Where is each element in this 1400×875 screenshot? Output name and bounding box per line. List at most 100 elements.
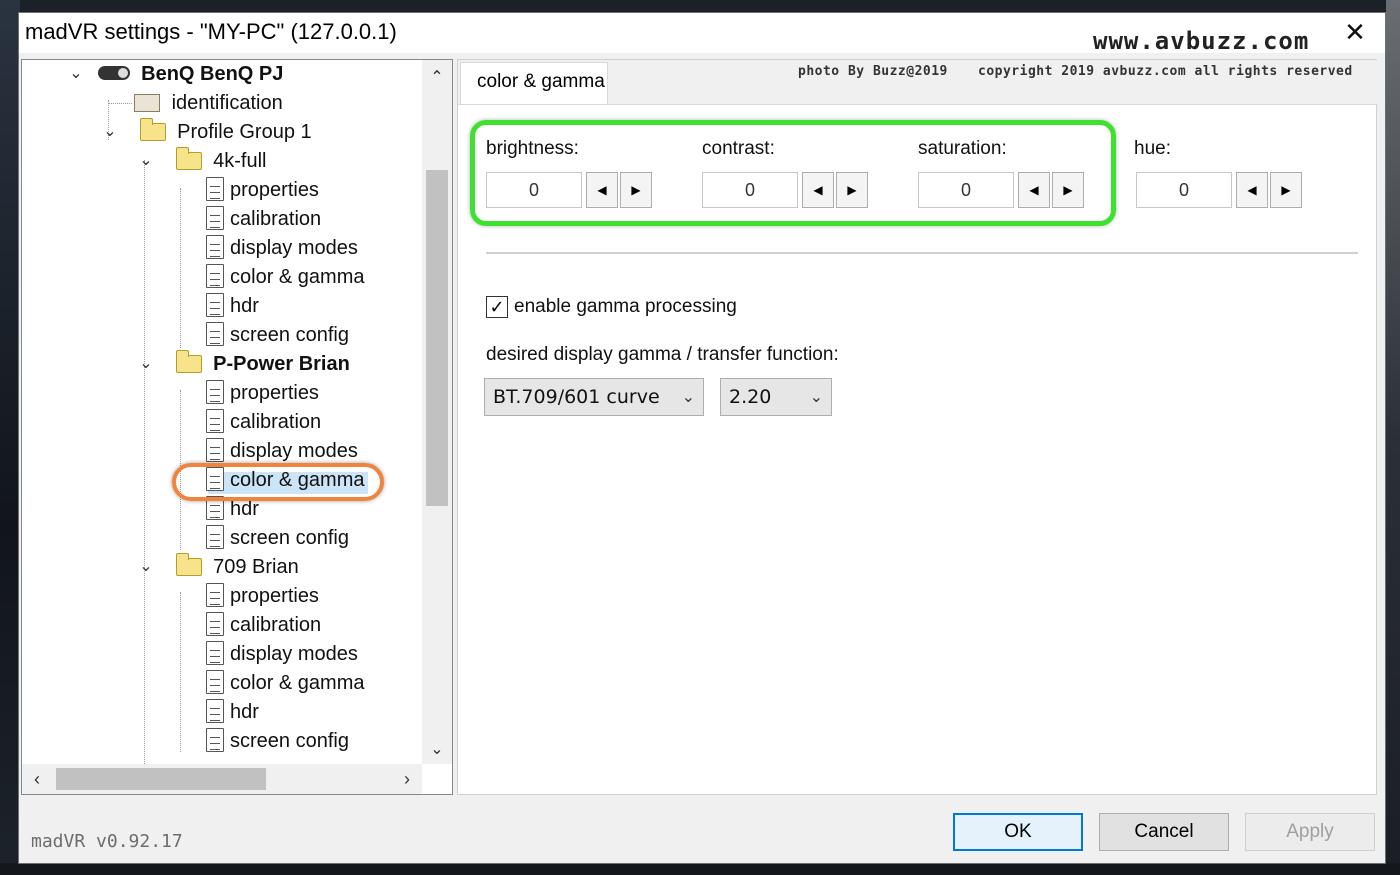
scroll-up-icon[interactable]: ⌃ — [422, 64, 452, 92]
contrast-label: contrast: — [702, 138, 775, 159]
hue-decrease-button[interactable]: ◀ — [1236, 172, 1268, 208]
tree-item-page[interactable]: calibration — [206, 205, 321, 233]
tree-item-page[interactable]: screen config — [206, 524, 349, 552]
tree-item-page[interactable]: hdr — [206, 698, 259, 726]
tree-vertical-scrollbar[interactable]: ⌃ ⌄ — [422, 60, 452, 764]
brightness-decrease-button[interactable]: ◀ — [586, 172, 618, 208]
tree-item-profile[interactable]: ⌄ 4k-full — [138, 147, 266, 175]
tree-content: ⌄ BenQ BenQ PJ identification ⌄ Profile … — [22, 60, 422, 772]
chevron-down-icon[interactable]: ⌄ — [138, 553, 154, 581]
tree-item-page[interactable]: properties — [206, 379, 319, 407]
tree-item-page[interactable]: calibration — [206, 611, 321, 639]
close-icon[interactable]: ✕ — [1337, 17, 1373, 49]
page-icon — [206, 699, 224, 723]
scroll-left-icon[interactable]: ‹ — [22, 764, 52, 794]
tree-item-profile-group[interactable]: ⌄ Profile Group 1 — [102, 118, 312, 146]
scroll-down-icon[interactable]: ⌄ — [422, 736, 452, 764]
transfer-curve-select[interactable]: BT.709/601 curve ⌄ — [484, 378, 704, 416]
cancel-button[interactable]: Cancel — [1099, 813, 1229, 851]
tree-label: calibration — [230, 614, 322, 636]
tree-label: color & gamma — [230, 266, 365, 288]
tree-item-page[interactable]: properties — [206, 582, 319, 610]
settings-window: madVR settings - "MY-PC" (127.0.0.1) www… — [18, 12, 1386, 864]
tree-label: properties — [230, 382, 319, 404]
page-icon — [206, 641, 224, 665]
page-icon — [206, 612, 224, 636]
tree-item-profile[interactable]: ⌄ 709 Brian — [138, 553, 299, 581]
page-icon — [206, 206, 224, 230]
tree-label: screen config — [230, 324, 349, 346]
chevron-down-icon[interactable]: ⌄ — [68, 60, 84, 88]
tree-label: display modes — [230, 237, 358, 259]
page-icon — [206, 438, 224, 462]
page-icon — [206, 583, 224, 607]
page-icon — [206, 177, 224, 201]
brightness-increase-button[interactable]: ▶ — [620, 172, 652, 208]
transfer-curve-value: BT.709/601 curve — [493, 386, 660, 408]
scroll-thumb[interactable] — [426, 170, 448, 506]
tree-item-page[interactable]: properties — [206, 176, 319, 204]
tree-label: calibration — [230, 208, 322, 230]
folder-icon — [175, 350, 202, 373]
chevron-down-icon[interactable]: ⌄ — [138, 147, 154, 175]
tab-strip: color & gamma photo By Buzz@2019 copyrig… — [458, 60, 1378, 105]
gamma-value-select[interactable]: 2.20 ⌄ — [720, 378, 832, 416]
desktop-background-right — [1386, 0, 1400, 875]
tree-item-page[interactable]: screen config — [206, 727, 349, 755]
tree-label: Profile Group 1 — [177, 121, 312, 143]
page-icon — [206, 409, 224, 433]
saturation-increase-button[interactable]: ▶ — [1052, 172, 1084, 208]
tree-item-page[interactable]: display modes — [206, 234, 358, 262]
tree-item-identification[interactable]: identification — [134, 89, 283, 117]
tree-label: P-Power Brian — [213, 353, 350, 375]
hue-increase-button[interactable]: ▶ — [1270, 172, 1302, 208]
contrast-input[interactable]: 0 — [702, 172, 798, 208]
saturation-decrease-button[interactable]: ◀ — [1018, 172, 1050, 208]
tree-horizontal-scrollbar[interactable]: ‹ › — [22, 764, 422, 794]
tree-connector — [108, 103, 132, 104]
tab-color-gamma[interactable]: color & gamma — [460, 62, 608, 104]
tree-item-profile[interactable]: ⌄ P-Power Brian — [138, 350, 350, 378]
chevron-down-icon[interactable]: ⌄ — [102, 118, 118, 146]
id-card-icon — [134, 94, 160, 112]
saturation-input[interactable]: 0 — [918, 172, 1014, 208]
tree-label: screen config — [230, 730, 349, 752]
page-icon — [206, 235, 224, 259]
brightness-input[interactable]: 0 — [486, 172, 582, 208]
hue-label: hue: — [1134, 138, 1171, 159]
tree-item-page[interactable]: screen config — [206, 321, 349, 349]
ok-button[interactable]: OK — [953, 813, 1083, 851]
apply-button[interactable]: Apply — [1245, 813, 1375, 851]
tree-label: properties — [230, 585, 319, 607]
profile-tree[interactable]: ⌄ BenQ BenQ PJ identification ⌄ Profile … — [21, 59, 453, 795]
tree-connector — [144, 160, 145, 772]
tree-label: display modes — [230, 643, 358, 665]
tree-item-page[interactable]: display modes — [206, 437, 358, 465]
orange-annotation-ring — [172, 463, 384, 501]
tree-label: 4k-full — [213, 150, 267, 172]
tree-item-root[interactable]: ⌄ BenQ BenQ PJ — [66, 60, 283, 88]
contrast-decrease-button[interactable]: ◀ — [802, 172, 834, 208]
projector-icon — [97, 66, 130, 80]
page-icon — [206, 728, 224, 752]
hue-input[interactable]: 0 — [1136, 172, 1232, 208]
tree-label: identification — [171, 92, 283, 114]
tree-item-page[interactable]: calibration — [206, 408, 321, 436]
scroll-right-icon[interactable]: › — [392, 764, 422, 794]
enable-gamma-checkbox[interactable]: ✓ — [486, 296, 508, 318]
tree-item-page[interactable]: color & gamma — [206, 669, 365, 697]
contrast-increase-button[interactable]: ▶ — [836, 172, 868, 208]
tree-item-page[interactable]: color & gamma — [206, 263, 365, 291]
title-bar[interactable]: madVR settings - "MY-PC" (127.0.0.1) www… — [19, 13, 1385, 55]
folder-icon — [175, 553, 202, 576]
scroll-thumb[interactable] — [56, 768, 266, 790]
tree-label: calibration — [230, 411, 322, 433]
tree-label: color & gamma — [230, 672, 365, 694]
desktop-background-left — [0, 0, 20, 875]
page-icon — [206, 380, 224, 404]
brightness-label: brightness: — [486, 138, 579, 159]
tree-item-page[interactable]: hdr — [206, 292, 259, 320]
tree-item-page[interactable]: display modes — [206, 640, 358, 668]
chevron-down-icon[interactable]: ⌄ — [138, 350, 154, 378]
enable-gamma-label[interactable]: enable gamma processing — [514, 296, 737, 318]
